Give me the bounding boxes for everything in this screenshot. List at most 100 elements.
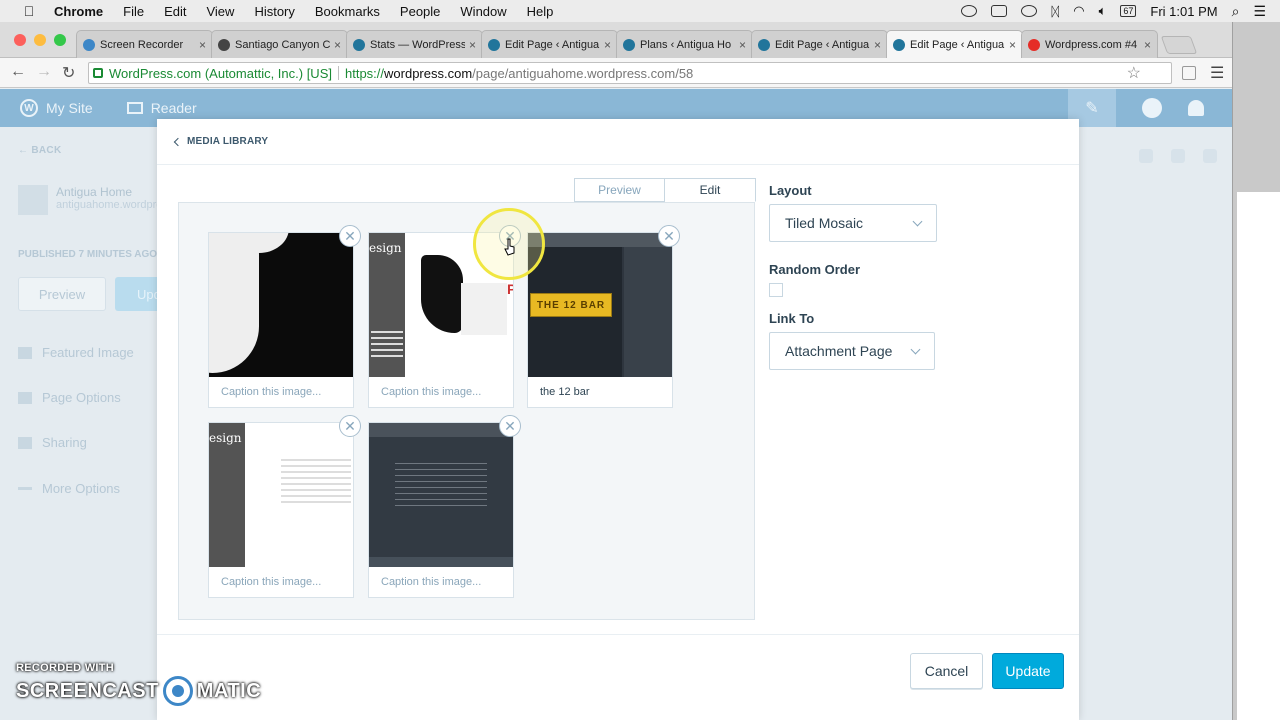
reader-link[interactable]: Reader — [126, 100, 197, 116]
menu-edit[interactable]: Edit — [164, 4, 186, 19]
ellipsis-icon — [18, 487, 32, 490]
my-site-link[interactable]: W My Site — [20, 99, 93, 117]
browser-tab[interactable]: Edit Page ‹ Antigua × — [751, 30, 888, 58]
close-tab-icon[interactable]: × — [334, 38, 341, 52]
sidebar-item-label: Sharing — [42, 435, 87, 450]
random-order-checkbox[interactable] — [769, 283, 783, 297]
close-tab-icon[interactable]: × — [469, 38, 476, 52]
close-window-icon[interactable] — [14, 34, 26, 46]
browser-tab[interactable]: Edit Page ‹ Antigua × — [886, 30, 1023, 58]
tab-label: Wordpress.com #4 — [1045, 38, 1138, 51]
link-to-select[interactable]: Attachment Page — [769, 332, 935, 370]
zoom-window-icon[interactable] — [54, 34, 66, 46]
volume-icon[interactable]: 🔈︎ — [1099, 3, 1107, 19]
browser-tab[interactable]: Wordpress.com #4 × — [1021, 30, 1158, 58]
close-tab-icon[interactable]: × — [1144, 38, 1151, 52]
reload-icon[interactable]: ↻ — [62, 63, 75, 83]
youtube-icon — [1028, 38, 1040, 51]
browser-tab[interactable]: Santiago Canyon C × — [211, 30, 348, 58]
gallery-image: esign — [209, 423, 353, 567]
ev-certificate-label[interactable]: WordPress.com (Automattic, Inc.) [US] — [109, 66, 332, 81]
tab-edit[interactable]: Edit — [665, 178, 756, 202]
menu-help[interactable]: Help — [527, 4, 554, 19]
image-shape — [369, 557, 513, 567]
image-text-lines — [371, 331, 403, 361]
watermark-word1: SCREENCAST — [16, 679, 159, 702]
gallery-image-tile[interactable]: Caption this image... ✕ — [208, 225, 361, 408]
caption-input[interactable]: Caption this image... — [369, 377, 513, 407]
new-tab-button[interactable] — [1160, 36, 1198, 54]
caption-input[interactable]: Caption this image... — [369, 567, 513, 597]
tab-label: Edit Page ‹ Antigua — [910, 38, 1005, 51]
avatar-icon[interactable] — [1142, 98, 1162, 118]
menu-bookmarks[interactable]: Bookmarks — [315, 4, 380, 19]
wordpress-icon — [893, 38, 905, 51]
minimize-window-icon[interactable] — [34, 34, 46, 46]
gallery-image-tile[interactable]: esign Caption this image... ✕ — [208, 415, 361, 598]
address-bar[interactable]: WordPress.com (Automattic, Inc.) [US] ht… — [88, 62, 1172, 84]
menu-window[interactable]: Window — [460, 4, 506, 19]
caption-input[interactable]: the 12 bar — [528, 377, 672, 407]
browser-tab[interactable]: Screen Recorder × — [76, 30, 213, 58]
menubar-clock[interactable]: Fri 1:01 PM — [1150, 4, 1217, 19]
airplay-icon[interactable] — [991, 5, 1008, 17]
media-library-back-link[interactable]: MEDIA LIBRARY — [173, 136, 268, 147]
close-tab-icon[interactable]: × — [1009, 38, 1016, 52]
menu-view[interactable]: View — [206, 4, 234, 19]
tab-preview[interactable]: Preview — [574, 178, 665, 202]
extension-icon[interactable] — [1182, 66, 1196, 80]
forward-arrow-icon[interactable]: → — [36, 63, 52, 81]
cancel-button[interactable]: Cancel — [910, 653, 983, 689]
notification-center-icon[interactable]: ☰ — [1253, 3, 1266, 20]
apple-icon[interactable]:  — [18, 3, 40, 19]
browser-tab-strip: Screen Recorder × Santiago Canyon C × Stats … — [0, 22, 1232, 58]
remove-image-icon[interactable]: ✕ — [658, 225, 680, 247]
sidebar-item-label: Featured Image — [42, 345, 134, 360]
update-button[interactable]: Update — [992, 653, 1064, 689]
time-machine-icon[interactable] — [1021, 5, 1038, 17]
modal-footer: Cancel Update — [157, 634, 1079, 720]
back-arrow-icon[interactable]: ← — [10, 63, 26, 81]
wifi-icon[interactable]: ◠ — [1073, 3, 1084, 19]
remove-image-icon[interactable]: ✕ — [499, 415, 521, 437]
editor-toolbar-dimmed — [1079, 127, 1232, 720]
hand-cursor-icon — [504, 238, 515, 256]
wordpress-icon — [758, 38, 770, 51]
spotlight-icon[interactable]: ⌕ — [1232, 3, 1240, 20]
browser-tab[interactable]: Stats — WordPress × — [346, 30, 483, 58]
caption-input[interactable]: Caption this image... — [209, 377, 353, 407]
creative-cloud-icon[interactable] — [961, 5, 978, 17]
sidebar-item-label: Page Options — [42, 390, 121, 405]
notifications-bell-icon[interactable] — [1188, 100, 1204, 116]
close-tab-icon[interactable]: × — [874, 38, 881, 52]
tab-label: Screen Recorder — [100, 38, 184, 51]
menu-app-name[interactable]: Chrome — [54, 4, 103, 19]
layout-select[interactable]: Tiled Mosaic — [769, 204, 937, 242]
menu-people[interactable]: People — [400, 4, 440, 19]
link-to-label: Link To — [769, 311, 815, 326]
caption-input[interactable]: Caption this image... — [209, 567, 353, 597]
url-path: /page/antiguahome.wordpress.com/58 — [472, 65, 694, 81]
bookmark-star-icon[interactable]: ☆ — [1127, 63, 1141, 83]
tab-label: Stats — WordPress — [370, 38, 465, 51]
image-text: esign — [209, 431, 242, 445]
gallery-image-tile[interactable]: Caption this image... ✕ — [368, 415, 521, 598]
battery-icon[interactable]: 67 — [1120, 5, 1137, 17]
browser-tab[interactable]: Edit Page ‹ Antigua × — [481, 30, 618, 58]
close-tab-icon[interactable]: × — [604, 38, 611, 52]
editor-sidebar-dimmed: ← BACK Antigua Home antiguahome.wordpres… — [0, 127, 197, 720]
publish-status: PUBLISHED 7 MINUTES AGO — [18, 249, 158, 260]
bluetooth-icon[interactable]: ᛞ — [1051, 4, 1059, 19]
close-tab-icon[interactable]: × — [739, 38, 746, 52]
menu-history[interactable]: History — [254, 4, 294, 19]
reader-icon — [126, 102, 143, 114]
chrome-menu-icon[interactable]: ☰ — [1210, 63, 1224, 83]
gallery-image-tile[interactable]: THE 12 BAR the 12 bar ✕ — [527, 225, 680, 408]
menu-file[interactable]: File — [123, 4, 144, 19]
window-controls — [14, 34, 66, 46]
remove-image-icon[interactable]: ✕ — [339, 225, 361, 247]
remove-image-icon[interactable]: ✕ — [339, 415, 361, 437]
eye-icon — [1139, 149, 1153, 163]
browser-tab[interactable]: Plans ‹ Antigua Ho × — [616, 30, 753, 58]
close-tab-icon[interactable]: × — [199, 38, 206, 52]
